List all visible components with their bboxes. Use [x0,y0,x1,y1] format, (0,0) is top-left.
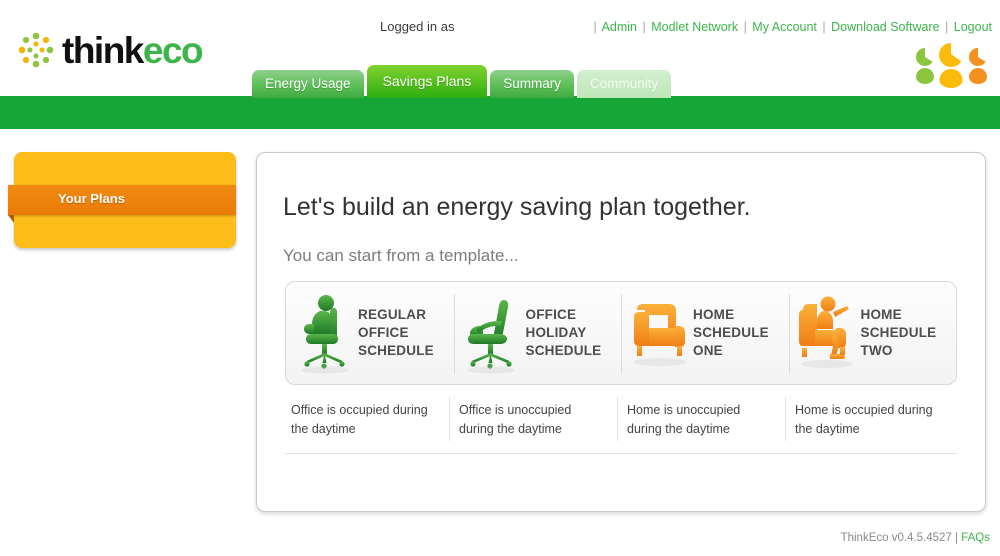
empty-office-chair-icon [460,290,526,376]
template-caption-home-schedule-two: Home is occupied during the daytime [785,397,957,445]
logo-text-eco: eco [142,29,204,71]
template-card-label: HOME SCHEDULE ONE [693,307,769,358]
empty-armchair-icon [627,290,693,376]
footer-separator: | [955,532,959,544]
top-link-separator-1: | [642,20,646,34]
template-caption-regular-office-schedule: Office is occupied during the daytime [291,403,428,436]
template-card-label: HOME SCHEDULE TWO [860,307,937,358]
footer-version: ThinkEco v0.4.5.4527 [840,532,952,544]
person-in-office-chair-icon [292,290,358,376]
page-header: thinkeco Logged in as | Admin | Modlet N… [0,0,1000,98]
top-nav-links: | Admin | Modlet Network | My Account | … [592,20,992,34]
footer-link-faqs[interactable]: FAQs [961,532,990,544]
tab-savings-plans[interactable]: Savings Plans [366,65,488,98]
page-title: Let's build an energy saving plan togeth… [283,193,751,221]
page-subtitle: You can start from a template... [283,246,519,265]
logged-in-label: Logged in as [380,19,455,34]
tab-energy-usage[interactable]: Energy Usage [252,70,364,98]
page-root: thinkeco Logged in as | Admin | Modlet N… [0,0,1000,556]
template-card-label: REGULAR OFFICE SCHEDULE [358,307,434,358]
template-card-home-schedule-one[interactable]: HOME SCHEDULE ONE [621,282,789,384]
page-footer: ThinkEco v0.4.5.4527 | FAQs [841,532,990,544]
template-caption-home-schedule-one: Home is unoccupied during the daytime [617,397,789,445]
template-card-office-holiday-schedule[interactable]: OFFICE HOLIDAY SCHEDULE [453,282,622,384]
three-people-icon [910,42,992,88]
top-link-download-software[interactable]: Download Software [831,20,939,34]
thinkeco-logo[interactable]: thinkeco [14,26,204,74]
top-link-logout[interactable]: Logout [954,20,992,34]
template-picker-strip: REGULAR OFFICE SCHEDULE OFFICE HOLIDAY S… [285,281,957,385]
main-content-panel: Let's build an energy saving plan togeth… [256,152,986,512]
green-nav-band [0,96,1000,129]
template-captions: Office is occupied during the daytime Of… [285,397,957,445]
logo-text-think: think [62,29,144,71]
person-in-armchair-icon [795,290,861,376]
top-link-separator-4: | [945,20,949,34]
top-link-separator-2: | [743,20,747,34]
template-card-regular-office-schedule[interactable]: REGULAR OFFICE SCHEDULE [286,282,454,384]
top-link-modlet-network[interactable]: Modlet Network [651,20,738,34]
top-link-separator-3: | [822,20,826,34]
top-link-my-account[interactable]: My Account [752,20,817,34]
top-link-separator-0: | [593,20,597,34]
template-card-label: OFFICE HOLIDAY SCHEDULE [525,307,602,358]
main-tab-bar: Energy Usage Savings Plans Summary Commu… [252,65,674,98]
top-link-admin[interactable]: Admin [602,20,637,34]
tab-community[interactable]: Community [577,70,672,98]
template-card-home-schedule-two[interactable]: HOME SCHEDULE TWO [788,282,957,384]
sidebar-item-your-plans-label: Your Plans [58,191,125,206]
sidebar: Your Plans [8,152,236,248]
content-divider [285,453,957,454]
starburst-dots-icon [14,28,58,72]
tab-summary[interactable]: Summary [490,70,575,98]
template-caption-office-holiday-schedule: Office is unoccupied during the daytime [449,397,621,445]
ribbon-fold-decoration [8,215,14,223]
